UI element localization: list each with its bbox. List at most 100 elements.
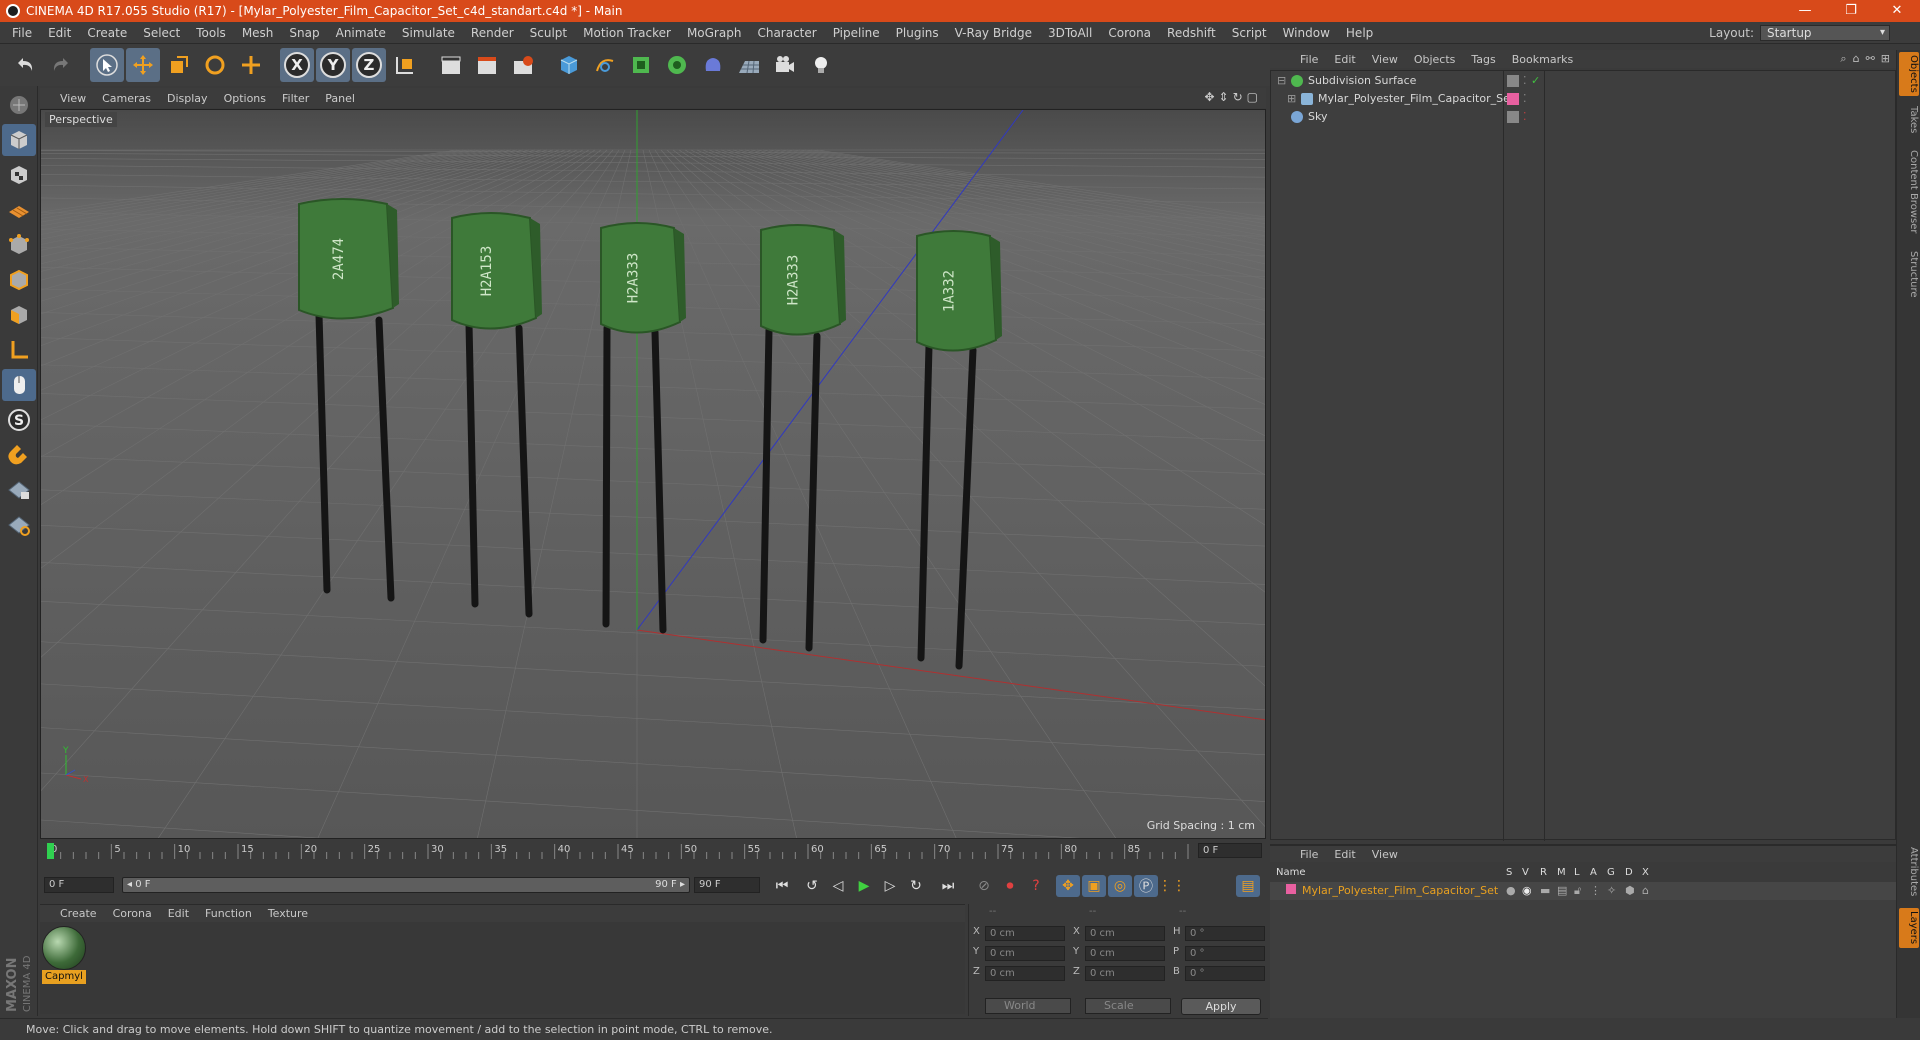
maximize-view-icon[interactable]: ▢ (1247, 90, 1258, 104)
viewport-menu-options[interactable]: Options (216, 92, 274, 105)
end-frame-field[interactable]: 90 F (694, 877, 760, 893)
layer-color-swatch[interactable] (1286, 884, 1296, 894)
om-menu-objects[interactable]: Objects (1406, 53, 1464, 66)
tab-takes[interactable]: Takes (1899, 102, 1919, 138)
size-z-field[interactable]: 0 cm (1085, 966, 1165, 981)
menu-create[interactable]: Create (79, 26, 135, 40)
om-menu-bookmarks[interactable]: Bookmarks (1504, 53, 1581, 66)
tweak-mode-button[interactable] (2, 369, 36, 401)
layer-visible-eye-icon[interactable]: ◉ (1522, 884, 1532, 897)
material-thumbnail[interactable] (42, 926, 86, 970)
render-view-button[interactable] (434, 48, 468, 82)
close-button[interactable]: ✕ (1874, 0, 1920, 22)
snap-button[interactable] (2, 439, 36, 471)
prev-frame-button[interactable]: ◁ (826, 875, 850, 897)
menu-mesh[interactable]: Mesh (234, 26, 282, 40)
key-parameter-button[interactable]: Ⓟ (1134, 875, 1158, 897)
menu-vray-bridge[interactable]: V-Ray Bridge (947, 26, 1040, 40)
key-position-button[interactable]: ✥ (1056, 875, 1080, 897)
object-row-sky[interactable]: Sky ⁚ (1271, 108, 1891, 126)
timeline-ruler[interactable]: 051015202530354045505560657075808590 0 F (40, 842, 1266, 860)
menu-sculpt[interactable]: Sculpt (522, 26, 575, 40)
layer-lock-icon[interactable]: 🔓︎ (1574, 884, 1581, 898)
size-y-field[interactable]: 0 cm (1085, 946, 1165, 961)
menu-tools[interactable]: Tools (188, 26, 234, 40)
goto-end-button[interactable]: ⏭ (936, 875, 960, 897)
rotate-tool-button[interactable] (198, 48, 232, 82)
menu-motion-tracker[interactable]: Motion Tracker (575, 26, 679, 40)
object-row-subdivision[interactable]: ⊟ Subdivision Surface ⁚ ✓ (1271, 72, 1891, 90)
om-new-window-icon[interactable]: ⊞ (1881, 52, 1890, 66)
add-subdivision-button[interactable] (624, 48, 658, 82)
viewport-camera-label[interactable]: Perspective (45, 112, 117, 127)
minimize-button[interactable]: — (1782, 0, 1828, 22)
viewport-menu-display[interactable]: Display (159, 92, 216, 105)
menu-mograph[interactable]: MoGraph (679, 26, 750, 40)
frame-range-slider[interactable]: ◂ 0 F 90 F ▸ (122, 877, 690, 893)
om-search-icon[interactable]: ⌕ (1840, 52, 1846, 66)
viewport-menu-panel[interactable]: Panel (317, 92, 363, 105)
rot-b-field[interactable]: 0 ° (1185, 966, 1265, 981)
add-cube-button[interactable] (552, 48, 586, 82)
undo-button[interactable] (8, 48, 42, 82)
locked-workplane-button[interactable] (2, 474, 36, 506)
menu-help[interactable]: Help (1338, 26, 1381, 40)
pos-x-field[interactable]: 0 cm (985, 926, 1065, 941)
layer-animation-icon[interactable]: ⋮ (1590, 884, 1601, 897)
start-frame-field[interactable]: 0 F (44, 877, 114, 893)
menu-window[interactable]: Window (1275, 26, 1338, 40)
material-menu-corona[interactable]: Corona (105, 907, 160, 920)
coordinate-space-dropdown[interactable]: World (985, 998, 1071, 1014)
size-mode-dropdown[interactable]: Scale (1085, 998, 1171, 1014)
viewport-menu-filter[interactable]: Filter (274, 92, 317, 105)
om-home-icon[interactable]: ⌂ (1853, 52, 1860, 66)
menu-simulate[interactable]: Simulate (394, 26, 463, 40)
z-axis-lock-button[interactable]: Z (352, 48, 386, 82)
layer-manager-icon[interactable]: ▤ (1557, 884, 1567, 897)
prev-key-button[interactable]: ↺ (800, 875, 824, 897)
expand-icon[interactable]: ⊞ (1287, 90, 1296, 108)
viewport-menu-view[interactable]: View (52, 92, 94, 105)
workplane-mode-button[interactable] (2, 194, 36, 226)
model-mode-button[interactable] (2, 124, 36, 156)
menu-select[interactable]: Select (135, 26, 188, 40)
add-environment-button[interactable] (732, 48, 766, 82)
material-menu-create[interactable]: Create (52, 907, 105, 920)
rot-p-field[interactable]: 0 ° (1185, 946, 1265, 961)
menu-script[interactable]: Script (1224, 26, 1275, 40)
next-frame-button[interactable]: ▷ (878, 875, 902, 897)
layer-name[interactable]: Mylar_Polyester_Film_Capacitor_Set (1302, 884, 1498, 897)
recent-tool-button[interactable] (234, 48, 268, 82)
size-x-field[interactable]: 0 cm (1085, 926, 1165, 941)
collapse-icon[interactable]: ⊟ (1277, 72, 1286, 90)
layer-solo-icon[interactable]: ● (1506, 884, 1516, 897)
pan-view-icon[interactable]: ✥ (1204, 90, 1214, 104)
menu-snap[interactable]: Snap (281, 26, 327, 40)
render-settings-button[interactable] (506, 48, 540, 82)
pos-y-field[interactable]: 0 cm (985, 946, 1065, 961)
object-row-capacitor-set[interactable]: ⊞ Mylar_Polyester_Film_Capacitor_Set ⁚ (1271, 90, 1891, 108)
material-name-label[interactable]: Capmyl (42, 970, 86, 984)
rot-h-field[interactable]: 0 ° (1185, 926, 1265, 941)
pos-z-field[interactable]: 0 cm (985, 966, 1065, 981)
key-rotation-button[interactable]: ◎ (1108, 875, 1132, 897)
menu-animate[interactable]: Animate (328, 26, 394, 40)
axis-mode-button[interactable] (2, 334, 36, 366)
layer-generators-icon[interactable]: ✧ (1607, 884, 1616, 897)
lm-menu-view[interactable]: View (1364, 848, 1406, 861)
menu-edit[interactable]: Edit (40, 26, 79, 40)
add-camera-button[interactable] (768, 48, 802, 82)
move-tool-button[interactable] (126, 48, 160, 82)
menu-file[interactable]: File (4, 26, 40, 40)
menu-plugins[interactable]: Plugins (888, 26, 947, 40)
add-mograph-button[interactable] (660, 48, 694, 82)
menu-character[interactable]: Character (749, 26, 824, 40)
tab-layers[interactable]: Layers (1899, 908, 1919, 948)
add-light-button[interactable] (804, 48, 838, 82)
lm-menu-file[interactable]: File (1292, 848, 1326, 861)
autokey-button[interactable]: ⏺ (998, 875, 1022, 897)
orbit-view-icon[interactable]: ↻ (1233, 90, 1243, 104)
edges-mode-button[interactable] (2, 264, 36, 296)
play-button[interactable]: ▶ (852, 875, 876, 897)
live-selection-button[interactable] (90, 48, 124, 82)
